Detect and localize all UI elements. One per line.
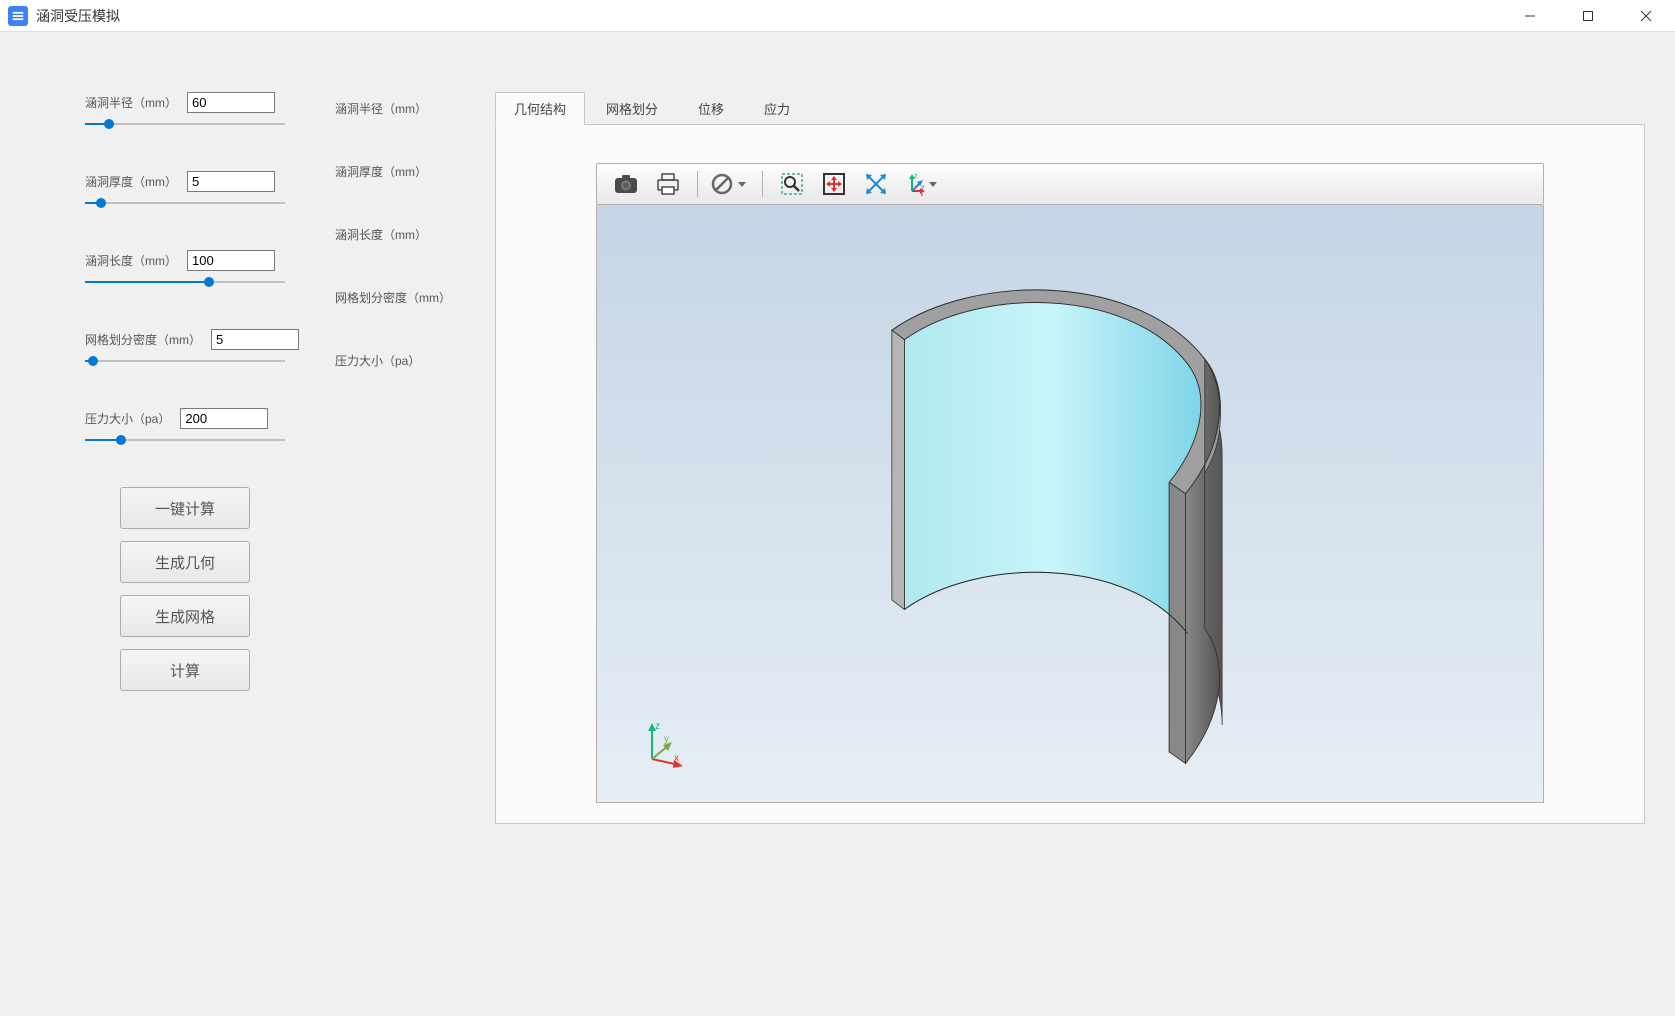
toolbar-separator xyxy=(697,171,698,197)
summary-panel: 涵洞半径（mm） 涵洞厚度（mm） 涵洞长度（mm） 网格划分密度（mm） 压力… xyxy=(335,92,445,824)
summary-meshdensity: 网格划分密度（mm） xyxy=(335,289,445,306)
param-length-input[interactable] xyxy=(187,250,275,271)
window-controls xyxy=(1501,0,1675,32)
app-icon xyxy=(8,6,28,26)
titlebar: 涵洞受压模拟 xyxy=(0,0,1675,32)
print-icon[interactable] xyxy=(649,168,687,200)
geometry-render xyxy=(597,205,1543,802)
param-length-slider[interactable] xyxy=(85,275,285,289)
zoom-select-icon[interactable] xyxy=(773,168,811,200)
svg-text:y: y xyxy=(921,184,925,191)
param-radius: 涵洞半径（mm） xyxy=(85,92,285,131)
summary-thickness: 涵洞厚度（mm） xyxy=(335,163,445,180)
viewer-area: 几何结构 网格划分 位移 应力 xyxy=(495,92,1645,824)
param-thickness: 涵洞厚度（mm） xyxy=(85,171,285,210)
minimize-button[interactable] xyxy=(1501,0,1559,32)
param-thickness-label: 涵洞厚度（mm） xyxy=(85,173,177,190)
param-pressure-slider[interactable] xyxy=(85,433,285,447)
fit-view-icon[interactable] xyxy=(815,168,853,200)
param-pressure: 压力大小（pa） xyxy=(85,408,285,447)
summary-pressure: 压力大小（pa） xyxy=(335,352,445,369)
toolbar-separator xyxy=(762,171,763,197)
maximize-button[interactable] xyxy=(1559,0,1617,32)
axis-indicator: z x y xyxy=(637,719,687,772)
reset-view-icon[interactable] xyxy=(857,168,895,200)
generate-mesh-button[interactable]: 生成网格 xyxy=(120,595,250,637)
tab-stress[interactable]: 应力 xyxy=(745,92,809,125)
svg-text:x: x xyxy=(920,192,924,196)
generate-geometry-button[interactable]: 生成几何 xyxy=(120,541,250,583)
parameters-panel: 涵洞半径（mm） 涵洞厚度（mm） 涵洞长度（mm） xyxy=(85,92,285,824)
compute-button[interactable]: 计算 xyxy=(120,649,250,691)
param-meshdensity: 网格划分密度（mm） xyxy=(85,329,285,368)
svg-text:z: z xyxy=(914,173,918,180)
screenshot-icon[interactable] xyxy=(607,168,645,200)
tab-geometry[interactable]: 几何结构 xyxy=(495,92,585,125)
param-pressure-input[interactable] xyxy=(180,408,268,429)
close-button[interactable] xyxy=(1617,0,1675,32)
param-meshdensity-label: 网格划分密度（mm） xyxy=(85,331,201,348)
summary-radius: 涵洞半径（mm） xyxy=(335,100,445,117)
axis-y-label: y xyxy=(664,734,669,745)
param-meshdensity-slider[interactable] xyxy=(85,354,285,368)
param-meshdensity-input[interactable] xyxy=(211,329,299,350)
tab-displacement[interactable]: 位移 xyxy=(679,92,743,125)
forbid-dropdown[interactable] xyxy=(708,172,752,196)
viewer-toolbar: z y x xyxy=(596,163,1544,205)
param-length: 涵洞长度（mm） xyxy=(85,250,285,289)
viewer-content: z y x xyxy=(495,124,1645,824)
one-click-compute-button[interactable]: 一键计算 xyxy=(120,487,250,529)
axis-dropdown[interactable]: z y x xyxy=(899,172,943,196)
param-thickness-slider[interactable] xyxy=(85,196,285,210)
action-buttons: 一键计算 生成几何 生成网格 计算 xyxy=(85,487,285,691)
param-pressure-label: 压力大小（pa） xyxy=(85,410,170,427)
param-radius-label: 涵洞半径（mm） xyxy=(85,94,177,111)
summary-length: 涵洞长度（mm） xyxy=(335,226,445,243)
viewer-tabs: 几何结构 网格划分 位移 应力 xyxy=(495,92,1645,125)
window-title: 涵洞受压模拟 xyxy=(36,6,120,26)
axis-z-label: z xyxy=(655,721,660,732)
param-length-label: 涵洞长度（mm） xyxy=(85,252,177,269)
param-thickness-input[interactable] xyxy=(187,171,275,192)
axis-x-label: x xyxy=(674,753,679,764)
param-radius-slider[interactable] xyxy=(85,117,285,131)
3d-canvas[interactable]: z x y xyxy=(596,205,1544,803)
tab-mesh[interactable]: 网格划分 xyxy=(587,92,677,125)
param-radius-input[interactable] xyxy=(187,92,275,113)
